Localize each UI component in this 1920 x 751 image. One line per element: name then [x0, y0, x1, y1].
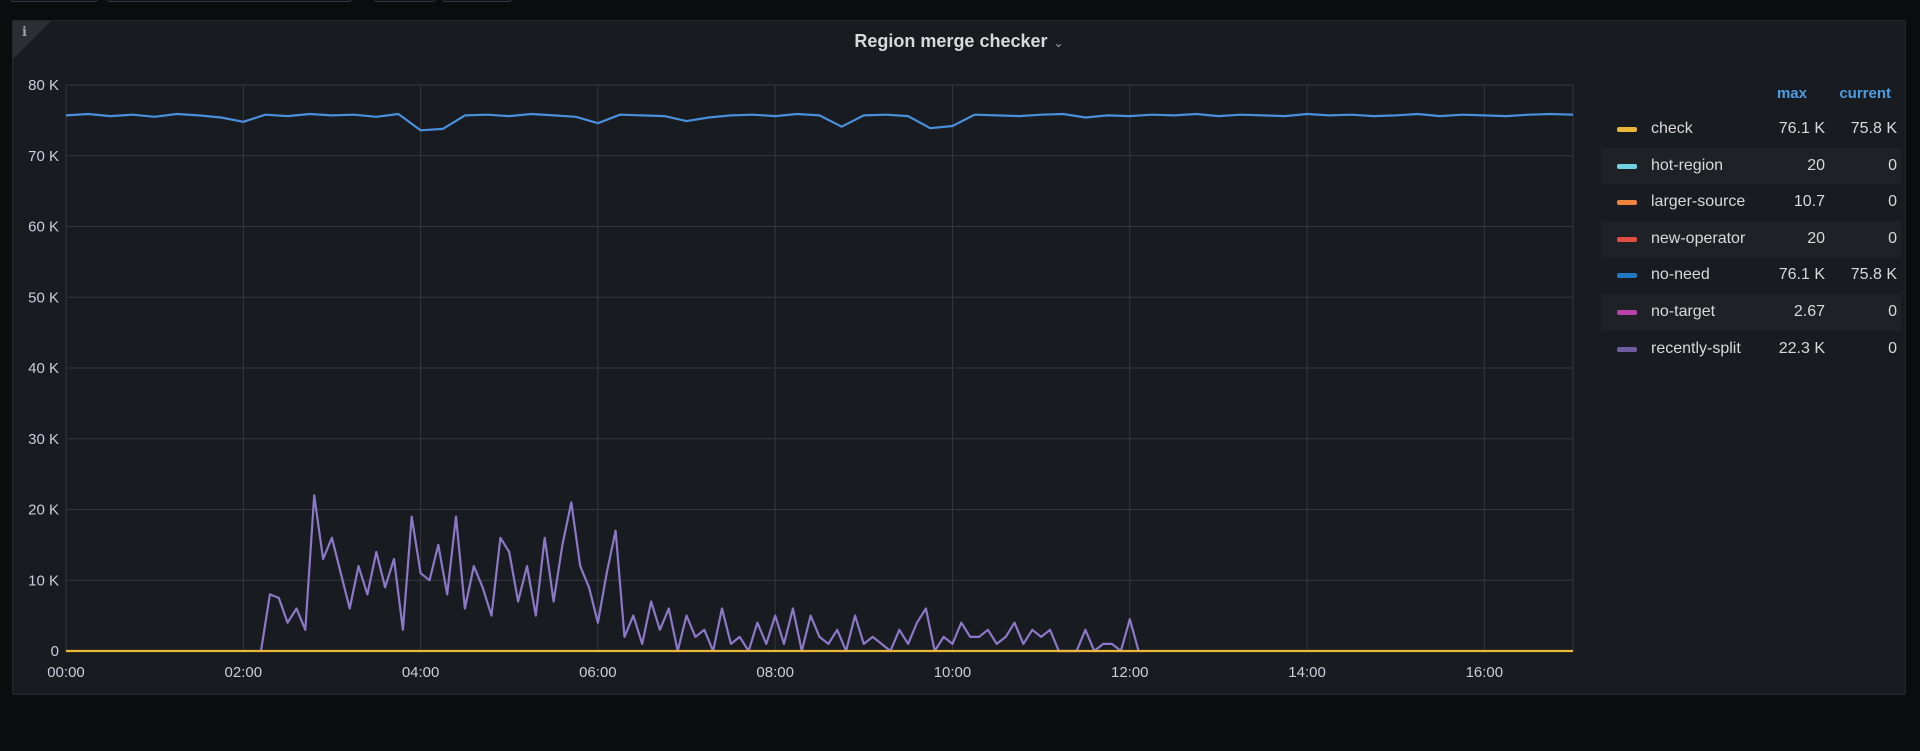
- legend-name: new-operator: [1651, 229, 1746, 247]
- legend-max: 76.1 K: [1778, 266, 1825, 284]
- legend-header-max[interactable]: max: [1777, 85, 1807, 102]
- y-tick-label: 40 K: [28, 360, 59, 377]
- legend-current: 0: [1888, 156, 1897, 174]
- legend-name: check: [1651, 120, 1693, 137]
- y-tick-label: 20 K: [28, 502, 59, 519]
- y-tick-label: 10 K: [28, 572, 59, 589]
- legend-item-hot-region[interactable]: hot-region 20 0: [1601, 147, 1901, 185]
- legend-max: 2.67: [1793, 302, 1825, 320]
- legend-name: recently-split: [1651, 339, 1741, 357]
- y-tick-label: 80 K: [28, 77, 59, 94]
- legend-name: hot-region: [1651, 156, 1724, 174]
- x-tick-label: 10:00: [934, 664, 972, 681]
- legend-name: no-target: [1651, 302, 1716, 320]
- legend-current: 75.8 K: [1850, 120, 1897, 137]
- legend-swatch-icon: [1617, 309, 1637, 315]
- y-tick-label: 60 K: [28, 219, 59, 236]
- toolbar-control[interactable]: [107, 0, 352, 2]
- chart[interactable]: 0 10 K 20 K 30 K 40 K 50 K 60 K 70 K 80 K 00:00 02…: [13, 21, 1593, 696]
- y-tick-label: 30 K: [28, 431, 59, 448]
- graph-panel: i Region merge checker ⌄ 0 10 K 20 K 30 K 40 …: [12, 20, 1906, 695]
- legend-item-check[interactable]: check 76.1 K 75.8 K: [1601, 111, 1901, 148]
- legend-item-recently-split[interactable]: recently-split 22.3 K 0: [1601, 331, 1901, 368]
- legend-item-no-target[interactable]: no-target 2.67 0: [1601, 293, 1901, 331]
- legend-name: no-need: [1651, 266, 1710, 284]
- legend-header-current[interactable]: current: [1839, 85, 1891, 102]
- legend-current: 0: [1888, 229, 1897, 247]
- legend-swatch-icon: [1617, 200, 1637, 206]
- legend-swatch-icon: [1617, 273, 1637, 279]
- legend-name: larger-source: [1651, 193, 1746, 211]
- legend-max: 10.7: [1793, 193, 1825, 211]
- legend-max: 76.1 K: [1778, 120, 1825, 137]
- series-line-recently-split[interactable]: [259, 494, 1140, 653]
- y-tick-label: 50 K: [28, 289, 59, 306]
- legend-swatch-icon: [1617, 163, 1637, 169]
- legend-swatch-icon: [1617, 127, 1637, 132]
- x-tick-label: 04:00: [402, 664, 440, 681]
- x-tick-label: 14:00: [1288, 664, 1326, 681]
- legend-max: 20: [1807, 156, 1825, 174]
- x-tick-label: 06:00: [579, 664, 617, 681]
- legend-current: 0: [1888, 302, 1897, 320]
- legend-item-new-operator[interactable]: new-operator 20 0: [1601, 220, 1901, 258]
- x-tick-label: 00:00: [47, 664, 85, 681]
- toolbar-control[interactable]: [374, 0, 436, 2]
- legend-item-larger-source[interactable]: larger-source 10.7 0: [1601, 184, 1901, 221]
- x-tick-label: 02:00: [225, 664, 263, 681]
- legend-max: 20: [1807, 229, 1825, 247]
- y-tick-label: 70 K: [28, 148, 59, 165]
- x-tick-label: 08:00: [756, 664, 794, 681]
- legend: max current check 76.1 K 75.8 K hot-regio…: [1601, 81, 1901, 367]
- x-tick-label: 12:00: [1111, 664, 1149, 681]
- legend-max: 22.3 K: [1778, 339, 1825, 357]
- series-line-no-need[interactable]: [65, 112, 1574, 132]
- y-tick-label: 0: [51, 643, 59, 660]
- toolbar-control[interactable]: [10, 0, 98, 2]
- toolbar-control[interactable]: [442, 0, 512, 2]
- legend-swatch-icon: [1617, 236, 1637, 242]
- legend-current: 0: [1888, 193, 1897, 211]
- legend-item-no-need[interactable]: no-need 76.1 K 75.8 K: [1601, 257, 1901, 294]
- x-tick-label: 16:00: [1466, 664, 1504, 681]
- legend-current: 75.8 K: [1850, 266, 1897, 284]
- legend-swatch-icon: [1617, 346, 1637, 352]
- legend-current: 0: [1888, 339, 1897, 357]
